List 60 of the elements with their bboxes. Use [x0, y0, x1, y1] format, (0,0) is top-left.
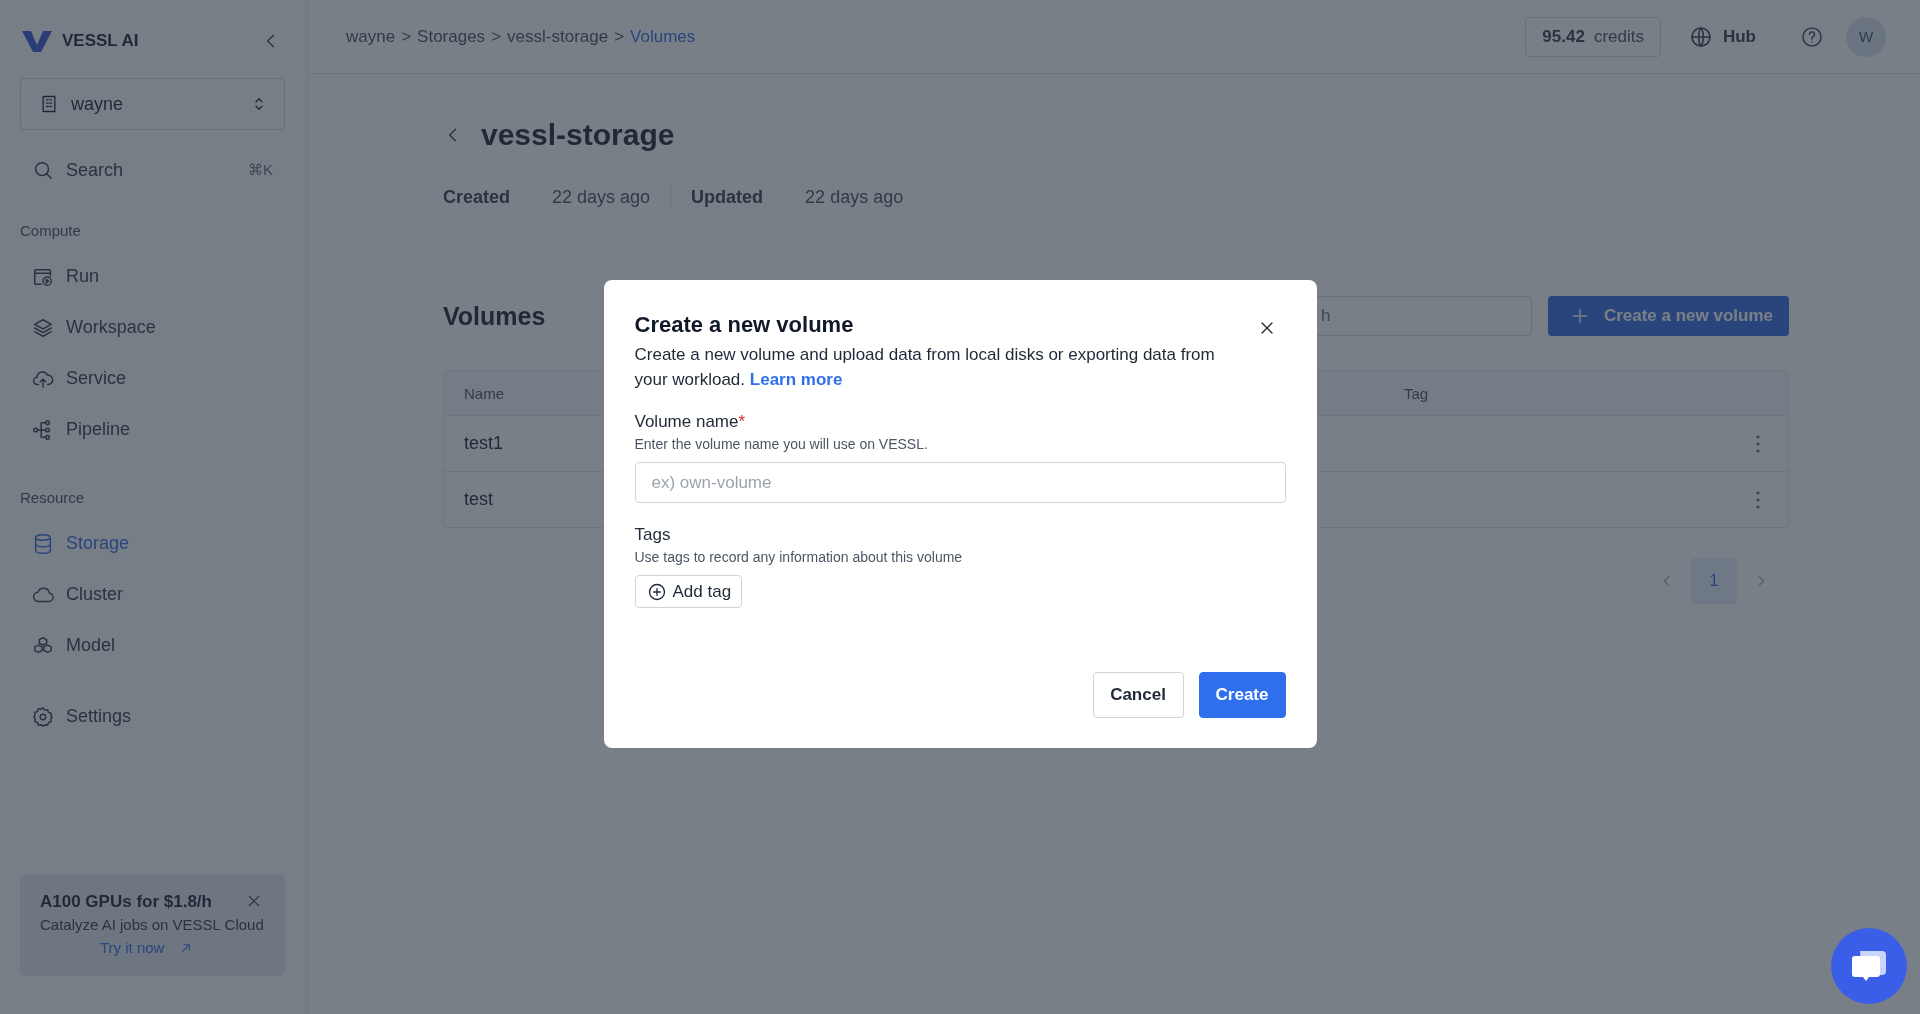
create-volume-button[interactable]: Create a new volume	[1547, 296, 1789, 336]
section-title: Volumes	[443, 301, 546, 331]
field-hint: Enter the volume name you will use on VESSL.	[634, 436, 929, 452]
breadcrumb-separator: >	[491, 26, 502, 47]
volume-name-field[interactable]: ex) own-volume	[634, 462, 1286, 503]
more-icon[interactable]	[1756, 490, 1760, 509]
search-icon	[32, 159, 54, 181]
sidebar-item[interactable]: Model	[20, 620, 285, 671]
section-label: Compute	[20, 222, 82, 239]
learn-more-link[interactable]: Learn more	[749, 370, 843, 389]
help-icon	[1800, 24, 1824, 49]
plus-circle-icon	[646, 581, 667, 602]
breadcrumb-link[interactable]: vessl-storage	[507, 26, 609, 47]
promo-title: A100 GPUs for $1.8/h	[40, 892, 212, 912]
dialog-title: Create a new volume	[634, 312, 854, 338]
section-label: Resource	[20, 489, 86, 506]
hub-link[interactable]: Hub	[1688, 24, 1756, 49]
user-avatar[interactable]: W	[1846, 16, 1886, 57]
column-header: Name	[464, 384, 504, 402]
table-cell: test	[464, 489, 493, 510]
globe-icon	[1688, 24, 1713, 49]
column-header: Tag	[1404, 384, 1429, 402]
field-label: Tags	[634, 525, 672, 545]
brand-name: VESSL AI	[62, 31, 139, 51]
required-mark: *	[738, 412, 746, 432]
promo-link[interactable]: Try it now	[100, 939, 195, 956]
layers-icon	[32, 316, 54, 339]
cancel-button[interactable]: Cancel	[1092, 672, 1184, 718]
sidebar-item[interactable]: Pipeline	[20, 404, 285, 455]
sidebar-item[interactable]: Run	[20, 251, 285, 302]
workspace-select[interactable]: wayne	[20, 78, 285, 130]
meta-label: Created	[443, 186, 511, 208]
sidebar-item[interactable]: Cluster	[20, 569, 285, 620]
logo-icon	[22, 29, 52, 53]
breadcrumb-separator: >	[614, 26, 625, 47]
breadcrumb-link[interactable]: wayne	[346, 26, 396, 47]
create-button[interactable]: Create	[1198, 672, 1286, 718]
table-cell: test1	[464, 433, 504, 454]
sidebar-item[interactable]: Workspace	[20, 302, 285, 353]
sidebar-item[interactable]: Settings	[20, 691, 285, 742]
meta-value: 22 days ago	[805, 186, 904, 208]
search-button[interactable]: Search ⌘K	[20, 152, 285, 188]
more-icon[interactable]	[1756, 434, 1760, 453]
add-tag-button[interactable]: Add tag	[634, 575, 743, 608]
database-icon	[32, 532, 54, 555]
credits-badge: 95.42 credits	[1525, 16, 1661, 57]
dialog-description: Create a new volume and upload data from local disks or exporting data from your workload. Learn more	[634, 344, 1216, 391]
page-button[interactable]: 1	[1691, 558, 1737, 604]
breadcrumb-link[interactable]: Storages	[417, 26, 486, 47]
settings-icon	[32, 705, 54, 728]
field-hint: Use tags to record any information about this volume	[634, 549, 964, 565]
sidebar-item[interactable]: Service	[20, 353, 285, 404]
sidebar-item[interactable]: Storage	[20, 518, 285, 569]
meta-label: Updated	[691, 186, 764, 208]
meta-value: 22 days ago	[552, 186, 651, 208]
field-label: Volume name	[634, 412, 739, 432]
promo-text: Catalyze AI jobs on VESSL Cloud	[40, 916, 265, 933]
breadcrumb-link[interactable]: Volumes	[630, 26, 696, 47]
breadcrumb-separator: >	[401, 26, 412, 47]
page-title: vessl-storage	[481, 118, 675, 152]
